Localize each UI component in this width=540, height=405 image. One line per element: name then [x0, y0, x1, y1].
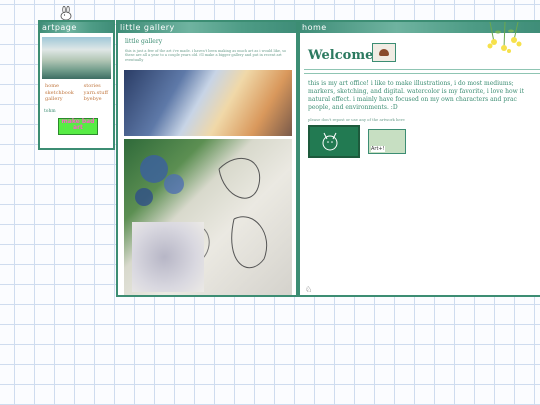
gallery-title: little gallery	[125, 38, 163, 45]
flower-decoration-icon	[487, 22, 522, 53]
nav-link-gallery[interactable]: gallery	[45, 96, 74, 103]
tohm-label: tohm	[44, 108, 56, 114]
divider	[304, 73, 540, 74]
art-button[interactable]: Art+!	[368, 129, 406, 154]
make-bad-art-badge[interactable]: make bad art	[58, 117, 98, 135]
cat-sketch-icon	[322, 132, 338, 151]
nav-column-1: home sketchbook gallery	[45, 83, 74, 103]
welcome-heading: Welcome!	[308, 48, 380, 63]
chess-knight-icon: ♘	[305, 285, 313, 294]
avatar	[372, 43, 396, 62]
nav-column-2: stories yarn.stuff byebye	[84, 83, 108, 103]
nav-link-byebye[interactable]: byebye	[84, 96, 108, 103]
repost-note: please don't repost or use any of the ar…	[308, 117, 405, 122]
cat-drawing-button[interactable]	[308, 125, 360, 158]
artpage-panel: artpage home sketchbook gallery stories …	[38, 20, 115, 150]
bunny-icon	[60, 6, 72, 21]
gallery-panel: little gallery little gallery this is ju…	[116, 20, 298, 297]
home-panel: home Welcome! this is my art office! i l…	[298, 20, 540, 297]
artpage-header: artpage	[40, 22, 113, 33]
gallery-description: this is just a few of the art i've made.…	[125, 49, 287, 62]
banner-image	[42, 37, 111, 79]
art-button-label: Art+!	[371, 146, 385, 152]
gallery-header: little gallery	[118, 22, 296, 33]
artwork-painting[interactable]	[124, 70, 292, 136]
intro-text: this is my art office! i like to make il…	[308, 80, 524, 111]
nav-links: home sketchbook gallery stories yarn.stu…	[40, 79, 113, 103]
divider	[304, 69, 540, 70]
artwork-sketch-detail	[132, 222, 204, 292]
